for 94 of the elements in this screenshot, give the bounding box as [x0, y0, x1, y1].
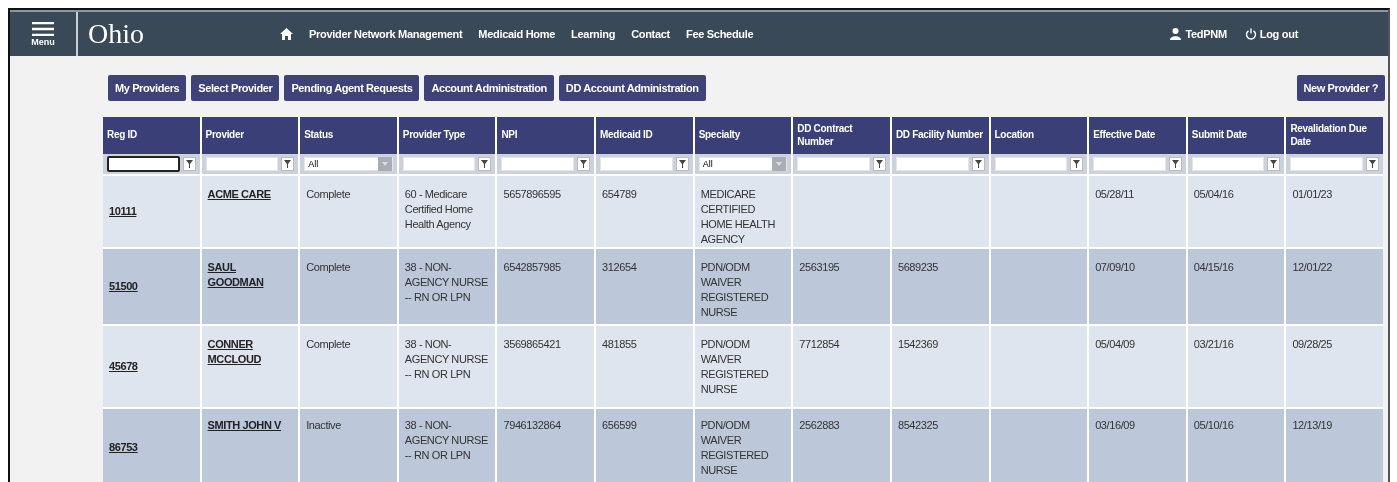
- table-cell: 2562883: [793, 409, 890, 482]
- table-cell: 7946132864: [497, 409, 595, 482]
- caret-icon: [776, 162, 783, 166]
- table-cell: PDN/ODM WAIVER REGISTERED NURSE: [694, 326, 792, 407]
- column-header[interactable]: Provider Type: [398, 117, 496, 154]
- new-provider-button[interactable]: New Provider ?: [1296, 74, 1385, 101]
- table-cell: 04/15/16: [1187, 249, 1285, 324]
- table-cell: 38 - NON-AGENCY NURSE -- RN OR LPN: [398, 249, 496, 324]
- reg-id-link[interactable]: 86753: [109, 439, 138, 455]
- table-cell: 38 - NON-AGENCY NURSE -- RN OR LPN: [398, 409, 496, 482]
- menu-icon: [32, 21, 54, 36]
- filter-icon[interactable]: [971, 157, 985, 171]
- table-cell: 03/21/16: [1187, 326, 1285, 407]
- table-cell: 6542857985: [497, 249, 595, 324]
- table-cell: 3569865421: [497, 326, 595, 407]
- table-cell: Complete: [300, 176, 397, 247]
- table-cell: 07/09/10: [1089, 249, 1186, 324]
- logo[interactable]: Ohio: [88, 18, 208, 50]
- column-header[interactable]: Location: [990, 117, 1088, 154]
- provider-link[interactable]: ACME CARE: [207, 187, 271, 202]
- filter-icon[interactable]: [577, 157, 591, 171]
- logout-link[interactable]: Log out: [1259, 28, 1298, 40]
- column-header[interactable]: DD Facility Number: [891, 117, 989, 154]
- home-icon[interactable]: [280, 28, 293, 40]
- column-header[interactable]: Status: [300, 117, 397, 154]
- filter-icon[interactable]: [281, 157, 295, 171]
- table-cell: PDN/ODM WAIVER REGISTERED NURSE: [694, 249, 792, 324]
- table-cell: 7712854: [793, 326, 890, 407]
- filter-icon[interactable]: [1366, 157, 1379, 171]
- table-cell: 38 - NON-AGENCY NURSE -- RN OR LPN: [398, 326, 496, 407]
- table-cell: 05/04/09: [1089, 326, 1186, 407]
- filter-dropdown[interactable]: All: [698, 157, 788, 171]
- filter-icon[interactable]: [1168, 157, 1182, 171]
- nav-link[interactable]: Learning: [571, 28, 616, 40]
- table-cell: 481855: [596, 326, 693, 407]
- action-button[interactable]: DD Account Administration: [558, 74, 706, 101]
- user-icon: [1170, 28, 1182, 40]
- table-cell: PDN/ODM WAIVER REGISTERED NURSE: [694, 409, 792, 482]
- table-cell: 654789: [596, 176, 693, 247]
- nav-link[interactable]: Medicaid Home: [478, 28, 556, 40]
- table-cell: 05/04/16: [1187, 176, 1285, 247]
- power-icon[interactable]: [1244, 28, 1257, 40]
- table-cell: 05/28/11: [1089, 176, 1186, 247]
- filter-icon[interactable]: [1267, 157, 1281, 171]
- filter-icon[interactable]: [675, 157, 689, 171]
- filter-icon[interactable]: [182, 157, 196, 171]
- filter-dropdown[interactable]: All: [304, 157, 393, 171]
- column-header[interactable]: NPI: [497, 117, 595, 154]
- provider-link[interactable]: CONNER MCCLOUD: [207, 337, 288, 367]
- action-button[interactable]: Account Administration: [424, 74, 554, 101]
- provider-link[interactable]: SAUL GOODMAN: [207, 260, 288, 290]
- table-cell: 01/01/23: [1286, 176, 1383, 247]
- user-name[interactable]: TedPNM: [1185, 28, 1227, 40]
- column-header[interactable]: Submit Date: [1187, 117, 1285, 154]
- reg-id-link[interactable]: 45678: [109, 359, 138, 374]
- table-cell: 09/28/25: [1286, 326, 1383, 407]
- column-header[interactable]: Effective Date: [1089, 117, 1186, 154]
- caret-icon: [381, 162, 388, 166]
- table-cell: 60 - Medicare Certified Home Health Agency: [398, 176, 496, 247]
- filter-field[interactable]: [107, 156, 180, 172]
- column-header[interactable]: DD Contract Number: [793, 117, 890, 154]
- table-cell: 05/10/16: [1187, 409, 1285, 482]
- action-button[interactable]: Pending Agent Requests: [284, 74, 420, 101]
- filter-icon[interactable]: [1070, 157, 1084, 171]
- table-cell: Complete: [300, 249, 397, 324]
- column-header[interactable]: Specialty: [694, 117, 792, 154]
- table-cell: 03/16/09: [1089, 409, 1186, 482]
- provider-link[interactable]: SMITH JOHN V: [207, 418, 282, 433]
- filter-icon[interactable]: [872, 157, 886, 171]
- table-cell: 656599: [596, 409, 693, 482]
- column-header[interactable]: Medicaid ID: [596, 117, 693, 154]
- table-cell: 5657896595: [497, 176, 595, 247]
- nav-link[interactable]: Contact: [631, 28, 670, 40]
- filter-icon[interactable]: [478, 157, 492, 171]
- column-header[interactable]: Reg ID: [103, 117, 200, 154]
- table-cell: 1542369: [891, 326, 989, 407]
- table-cell: MEDICARE CERTIFIED HOME HEALTH AGENCY: [694, 176, 792, 247]
- table-cell: 312654: [596, 249, 693, 324]
- reg-id-link[interactable]: 10111: [109, 204, 137, 219]
- table-cell: 2563195: [793, 249, 890, 324]
- table-cell: 12/01/22: [1286, 249, 1383, 324]
- table-cell: 8542325: [891, 409, 989, 482]
- table-cell: Inactive: [300, 409, 397, 482]
- table-cell: Complete: [300, 326, 397, 407]
- nav-link[interactable]: Fee Schedule: [686, 28, 754, 40]
- column-header[interactable]: Provider: [201, 117, 299, 154]
- reg-id-link[interactable]: 51500: [109, 279, 138, 294]
- nav-link[interactable]: Provider Network Management: [309, 28, 463, 40]
- menu-button[interactable]: Menu: [10, 12, 78, 56]
- action-button[interactable]: My Providers: [108, 74, 187, 101]
- column-header[interactable]: Revalidation Due Date: [1286, 117, 1383, 154]
- table-cell: 12/13/19: [1286, 409, 1383, 482]
- table-cell: 5689235: [891, 249, 989, 324]
- action-button[interactable]: Select Provider: [191, 74, 280, 101]
